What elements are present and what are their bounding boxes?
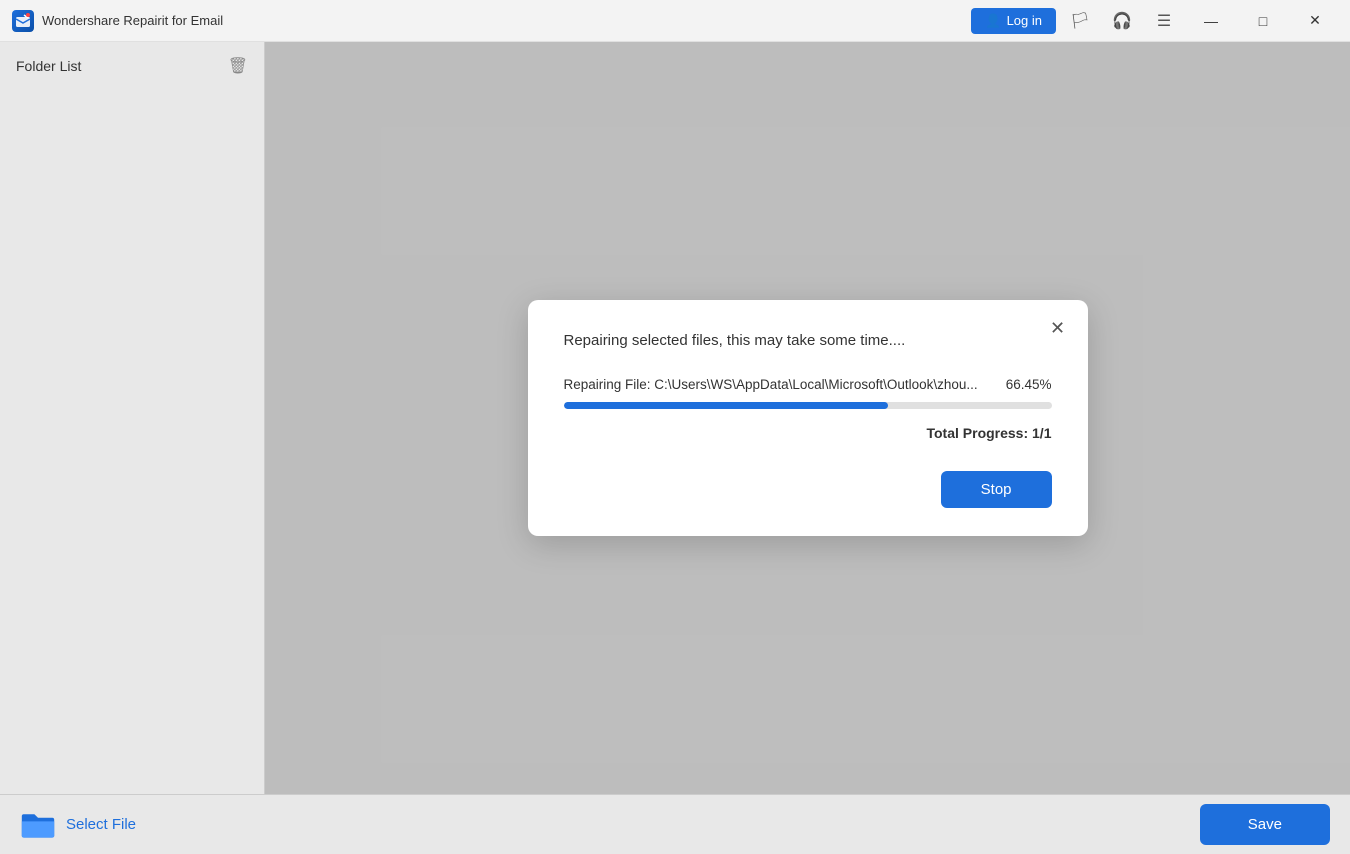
total-progress-label: Total Progress: 1/1 (926, 425, 1051, 441)
select-file-button[interactable]: Select File (20, 810, 136, 840)
modal-heading: Repairing selected files, this may take … (564, 332, 1052, 349)
app-icon (12, 10, 34, 32)
sidebar-header: Folder List 🗑 (16, 56, 248, 76)
content-area: ✕ Repairing selected files, this may tak… (265, 42, 1350, 794)
maximize-button[interactable]: □ (1240, 5, 1286, 37)
headset-button[interactable]: 🎧 (1104, 5, 1140, 37)
sidebar: Folder List 🗑 (0, 42, 265, 794)
progress-bar-background (564, 402, 1052, 409)
main-area: Folder List 🗑 ✕ Repairing selected files… (0, 42, 1350, 794)
menu-button[interactable]: ☰ (1146, 5, 1182, 37)
repair-file-row: Repairing File: C:\Users\WS\AppData\Loca… (564, 377, 1052, 392)
headset-icon: 🎧 (1112, 11, 1132, 31)
title-bar-left: Wondershare Repairit for Email (12, 10, 971, 32)
flag-icon: 🏳 (1070, 11, 1090, 31)
flag-button[interactable]: 🏳 (1062, 5, 1098, 37)
modal-footer: Stop (564, 471, 1052, 508)
minimize-button[interactable]: — (1188, 5, 1234, 37)
stop-button[interactable]: Stop (941, 471, 1052, 508)
title-bar: Wondershare Repairit for Email 👤 Log in … (0, 0, 1350, 42)
trash-icon[interactable]: 🗑 (228, 56, 248, 76)
app-title: Wondershare Repairit for Email (42, 13, 223, 28)
repair-percent: 66.45% (1006, 377, 1052, 392)
login-label: Log in (1007, 13, 1042, 28)
folder-icon (20, 810, 56, 840)
save-button[interactable]: Save (1200, 804, 1330, 845)
repair-progress-modal: ✕ Repairing selected files, this may tak… (528, 300, 1088, 536)
total-progress-row: Total Progress: 1/1 (564, 425, 1052, 441)
menu-icon: ☰ (1157, 11, 1171, 31)
person-icon: 👤 (985, 13, 1001, 29)
select-file-label: Select File (66, 816, 136, 833)
close-button[interactable]: ✕ (1292, 5, 1338, 37)
maximize-icon: □ (1259, 13, 1267, 29)
modal-close-button[interactable]: ✕ (1044, 314, 1072, 342)
modal-close-icon: ✕ (1050, 318, 1065, 339)
modal-overlay: ✕ Repairing selected files, this may tak… (265, 42, 1350, 794)
login-button[interactable]: 👤 Log in (971, 8, 1056, 34)
progress-bar-fill (564, 402, 888, 409)
repair-file-path: Repairing File: C:\Users\WS\AppData\Loca… (564, 377, 994, 392)
close-icon: ✕ (1309, 12, 1321, 29)
title-bar-right: 👤 Log in 🏳 🎧 ☰ — □ ✕ (971, 5, 1338, 37)
sidebar-title: Folder List (16, 58, 81, 74)
minimize-icon: — (1204, 13, 1218, 29)
bottom-bar: Select File Save (0, 794, 1350, 854)
